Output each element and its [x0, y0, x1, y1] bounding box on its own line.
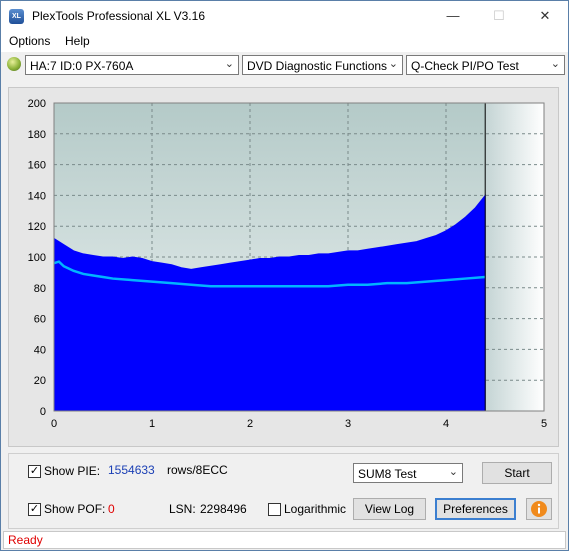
info-button[interactable]: [526, 498, 552, 520]
start-button-label: Start: [504, 466, 530, 480]
chart-panel: 0 20 40 60 80 100 120 140 160 180 200 0 1 2 3 4 5: [8, 87, 559, 447]
x-axis-ticks: 0 1 2 3 4 5: [51, 418, 547, 430]
y-tick-label: 120: [28, 221, 46, 233]
chevron-down-icon: ⌄: [388, 58, 398, 70]
x-tick-label: 1: [149, 418, 155, 430]
chevron-down-icon: ⌄: [448, 466, 458, 478]
x-tick-label: 3: [345, 418, 351, 430]
menu-bar: Options Help: [1, 31, 568, 52]
maximize-button[interactable]: ☐: [476, 1, 522, 31]
logarithmic-checkbox[interactable]: [268, 503, 281, 516]
test-select-value: Q-Check PI/PO Test: [411, 59, 519, 73]
chevron-down-icon: ⌄: [550, 58, 560, 70]
minimize-button[interactable]: —: [430, 1, 476, 31]
close-button[interactable]: ✕: [522, 1, 568, 31]
y-tick-label: 100: [28, 252, 46, 264]
pof-count-value: 0: [108, 502, 115, 516]
view-log-button[interactable]: View Log: [353, 498, 426, 520]
y-tick-label: 40: [34, 344, 46, 356]
y-tick-label: 140: [28, 190, 46, 202]
pie-count-value: 1554633: [108, 463, 155, 477]
x-tick-label: 4: [443, 418, 449, 430]
y-tick-label: 180: [28, 129, 46, 141]
app-logo-icon: XL: [9, 9, 24, 24]
window-title: PlexTools Professional XL V3.16: [32, 9, 205, 23]
show-pof-checkbox[interactable]: ✓: [28, 503, 41, 516]
status-bar: Ready: [3, 531, 566, 549]
x-tick-label: 5: [541, 418, 547, 430]
controls-panel: ✓ Show PIE: 1554633 rows/8ECC SUM8 Test …: [8, 453, 559, 529]
view-log-button-label: View Log: [364, 502, 415, 516]
toolbar: HA:7 ID:0 PX-760A ⌄ DVD Diagnostic Funct…: [1, 52, 568, 80]
function-select[interactable]: DVD Diagnostic Functions ⌄: [242, 55, 403, 75]
y-tick-label: 160: [28, 160, 46, 172]
show-pof-label: Show POF:: [44, 502, 106, 516]
lsn-label: LSN:: [169, 502, 196, 516]
drive-status-icon: [7, 57, 21, 71]
checkmark-icon: ✓: [29, 465, 40, 477]
show-pie-label: Show PIE:: [44, 464, 101, 478]
close-icon: ✕: [539, 8, 551, 23]
sum-test-value: SUM8 Test: [358, 467, 417, 481]
pie-unit-label: rows/8ECC: [167, 463, 228, 477]
y-axis-ticks: 0 20 40 60 80 100 120 140 160 180 200: [28, 98, 46, 418]
y-tick-label: 60: [34, 314, 46, 326]
device-select-value: HA:7 ID:0 PX-760A: [30, 59, 134, 73]
checkmark-icon: ✓: [29, 503, 40, 515]
preferences-button-label: Preferences: [443, 502, 508, 516]
logarithmic-label: Logarithmic: [284, 502, 347, 516]
test-select[interactable]: Q-Check PI/PO Test ⌄: [406, 55, 565, 75]
main-window: XL PlexTools Professional XL V3.16 — ☐ ✕…: [0, 0, 569, 551]
preferences-button[interactable]: Preferences: [435, 498, 516, 520]
device-select[interactable]: HA:7 ID:0 PX-760A ⌄: [25, 55, 239, 75]
y-tick-label: 0: [40, 406, 46, 418]
x-tick-label: 0: [51, 418, 57, 430]
pie-pif-chart: 0 20 40 60 80 100 120 140 160 180 200 0 1 2 3 4 5: [28, 98, 547, 430]
y-tick-label: 80: [34, 283, 46, 295]
sum-test-select[interactable]: SUM8 Test ⌄: [353, 463, 463, 483]
y-tick-label: 20: [34, 375, 46, 387]
menu-help[interactable]: Help: [65, 34, 90, 48]
chevron-down-icon: ⌄: [224, 58, 234, 70]
show-pie-checkbox[interactable]: ✓: [28, 465, 41, 478]
title-bar: XL PlexTools Professional XL V3.16 — ☐ ✕: [1, 1, 568, 31]
function-select-value: DVD Diagnostic Functions: [247, 59, 388, 73]
minimize-icon: —: [446, 8, 460, 23]
info-icon: [531, 501, 547, 517]
menu-options[interactable]: Options: [9, 34, 50, 48]
lsn-value: 2298496: [200, 502, 247, 516]
start-button[interactable]: Start: [482, 462, 552, 484]
maximize-icon: ☐: [493, 8, 505, 23]
x-tick-label: 2: [247, 418, 253, 430]
status-text: Ready: [8, 533, 43, 547]
y-tick-label: 200: [28, 98, 46, 110]
